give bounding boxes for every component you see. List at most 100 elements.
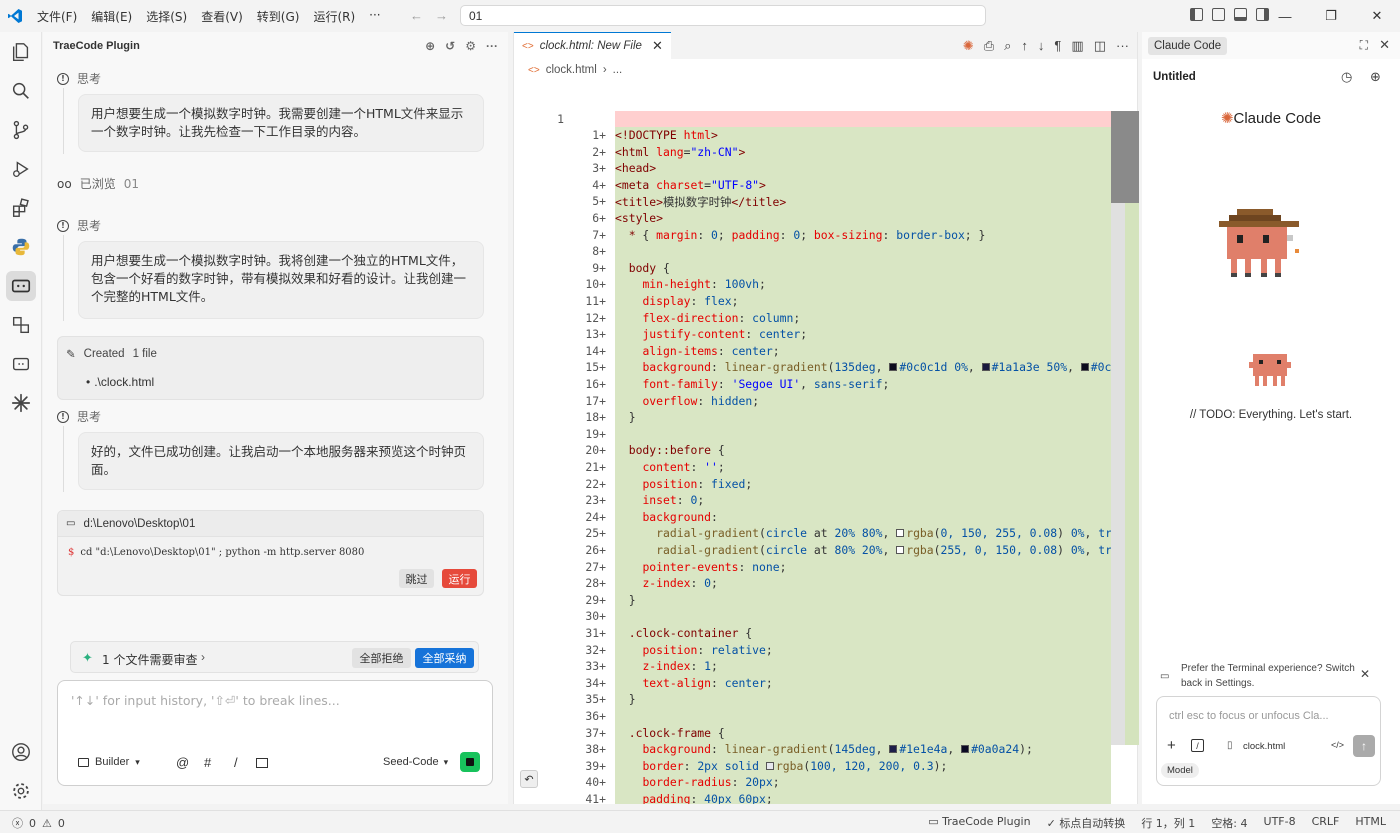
restore-icon[interactable]: ❐ [1308,0,1354,32]
created-file-link[interactable]: .\clock.html [94,375,154,389]
status-plugin[interactable]: ▭ TraeCode Plugin [928,815,1030,831]
review-bar: ✦ 1 个文件需要审查 › 全部拒绝 全部采纳 [70,641,479,673]
scrollbar-thumb[interactable] [1111,111,1139,203]
breadcrumb-file[interactable]: clock.html [546,64,597,76]
terminal-note-text[interactable]: Prefer the Terminal experience? Switch b… [1181,661,1365,691]
send-button[interactable]: ↑ [1353,735,1375,757]
split-editor-icon[interactable]: ◫ [1094,38,1106,54]
code-area[interactable]: 1 1+ <!DOCTYPE html> 2+ <html lang="zh-CN">… [514,111,1139,804]
problems-indicator[interactable]: ⓧ 0 ⚠ 0 [12,815,65,831]
session-history-icon[interactable]: ◷ [1341,69,1352,85]
back-arrow-icon[interactable]: ← [410,8,435,23]
account-icon[interactable] [0,732,42,771]
add-context-icon[interactable]: + [1167,737,1176,754]
claude-spark-icon[interactable]: ✺ [963,38,974,54]
maximize-panel-icon[interactable]: ⛶ [1360,38,1368,53]
menu-more[interactable]: ··· [362,8,387,25]
breadcrumb-more[interactable]: ... [613,64,623,76]
minimize-icon[interactable]: — [1262,0,1308,32]
more-actions-icon[interactable]: ··· [486,39,498,53]
python-icon[interactable] [0,227,42,266]
accept-all-button[interactable]: 全部采纳 [415,648,474,668]
editor-scrollbar[interactable] [1111,111,1139,745]
remote-explorer-icon[interactable] [0,305,42,344]
previous-change-icon[interactable]: ↑ [1021,38,1028,54]
review-text[interactable]: 1 个文件需要审查 [102,651,197,668]
status-punct[interactable]: ✓ 标点自动转换 [1047,815,1126,831]
attached-file[interactable]: clock.html [1243,741,1285,752]
next-change-icon[interactable]: ↓ [1038,38,1045,54]
chevron-right-icon[interactable]: › [201,650,205,664]
close-tab-icon[interactable]: ✕ [652,38,663,54]
code-toggle-icon[interactable]: </> [1331,740,1344,750]
claude-spark-icon[interactable] [0,383,42,422]
toggle-primary-sidebar-icon[interactable] [1190,8,1203,21]
revert-change-button[interactable]: ↶ [520,770,538,788]
plugin-settings-icon[interactable]: ⚙ [465,39,476,53]
new-chat-icon[interactable]: ⊕ [425,39,435,53]
explorer-icon[interactable] [0,32,42,71]
think-row-3[interactable]: ! 思考 [57,408,101,425]
menu-file[interactable]: 文件(F) [30,8,84,25]
think-row-2[interactable]: ! 思考 [57,217,101,234]
close-window-icon[interactable]: ✕ [1354,0,1400,32]
status-right: ▭ TraeCode Plugin ✓ 标点自动转换 行 1，列 1 空格: 4… [928,815,1386,831]
customize-layout-icon[interactable] [1212,8,1225,21]
command-center[interactable]: 01 [460,5,986,26]
session-title: Untitled [1153,71,1196,83]
preview-icon[interactable]: ⌕ [1004,38,1011,54]
more-actions-icon[interactable]: ··· [1116,38,1129,54]
chevron-down-icon[interactable]: ▾ [444,757,449,768]
status-position[interactable]: 行 1，列 1 [1141,815,1195,831]
mode-selector[interactable]: Builder [95,756,129,768]
chat-panel-icon[interactable] [0,344,42,383]
think-row-1[interactable]: ! 思考 [57,70,101,87]
model-chip[interactable]: Model [1161,763,1199,778]
map-icon[interactable]: ▥ [1071,38,1083,54]
hash-icon[interactable]: # [204,755,211,770]
menu-go[interactable]: 转到(G) [250,8,307,25]
menu-edit[interactable]: 编辑(E) [84,8,139,25]
slash-command-icon[interactable]: / [234,755,238,770]
think-icon: ! [57,410,69,423]
run-debug-icon[interactable] [0,149,42,188]
toggle-panel-icon[interactable] [1234,8,1247,21]
menu-selection[interactable]: 选择(S) [139,8,194,25]
builder-icon [78,757,89,767]
settings-gear-icon[interactable] [0,771,42,810]
claude-input[interactable]: ctrl esc to focus or unfocus Cla... [1169,710,1329,722]
plugin-title: TraeCode Plugin [53,40,140,52]
new-session-icon[interactable]: ⊕ [1370,69,1381,85]
slash-command-icon[interactable]: / [1191,739,1204,752]
skip-button[interactable]: 跳过 [399,569,434,588]
mention-icon[interactable]: @ [176,755,189,770]
code-editor: <> clock.html: New File ✕ ✺ ⎙ ⌕ ↑ ↓ ¶ ▥ … [513,32,1139,804]
source-control-icon[interactable] [0,110,42,149]
claude-tab[interactable]: Claude Code [1148,36,1228,55]
status-language[interactable]: HTML [1355,815,1386,831]
stop-generation-button[interactable] [460,752,480,772]
print-icon[interactable]: ⎙ [984,38,994,54]
reject-all-button[interactable]: 全部拒绝 [352,648,411,668]
history-icon[interactable]: ↺ [445,39,455,53]
close-panel-icon[interactable]: ✕ [1379,37,1390,53]
status-eol[interactable]: CRLF [1312,815,1340,831]
chat-input[interactable]: '↑↓' for input history, '⇧⏎' to break li… [71,693,481,708]
editor-tab-clock[interactable]: <> clock.html: New File ✕ [514,32,671,59]
menu-run[interactable]: 运行(R) [306,8,362,25]
status-spaces[interactable]: 空格: 4 [1211,815,1247,831]
traecode-plugin-icon[interactable] [0,266,42,305]
model-selector[interactable]: Seed-Code [383,756,439,768]
image-attach-icon[interactable] [256,758,268,768]
editor-tabbar: <> clock.html: New File ✕ ✺ ⎙ ⌕ ↑ ↓ ¶ ▥ … [514,32,1137,59]
browsed-row[interactable]: oo 已浏览 01 [57,175,139,192]
chevron-down-icon[interactable]: ▾ [135,757,140,768]
forward-arrow-icon[interactable]: → [435,8,460,23]
status-encoding[interactable]: UTF-8 [1264,815,1296,831]
show-whitespace-icon[interactable]: ¶ [1054,38,1061,54]
extensions-icon[interactable] [0,188,42,227]
run-button[interactable]: 运行 [442,569,477,588]
menu-view[interactable]: 查看(V) [194,8,250,25]
dismiss-note-icon[interactable]: ✕ [1360,667,1370,682]
search-icon[interactable] [0,71,42,110]
